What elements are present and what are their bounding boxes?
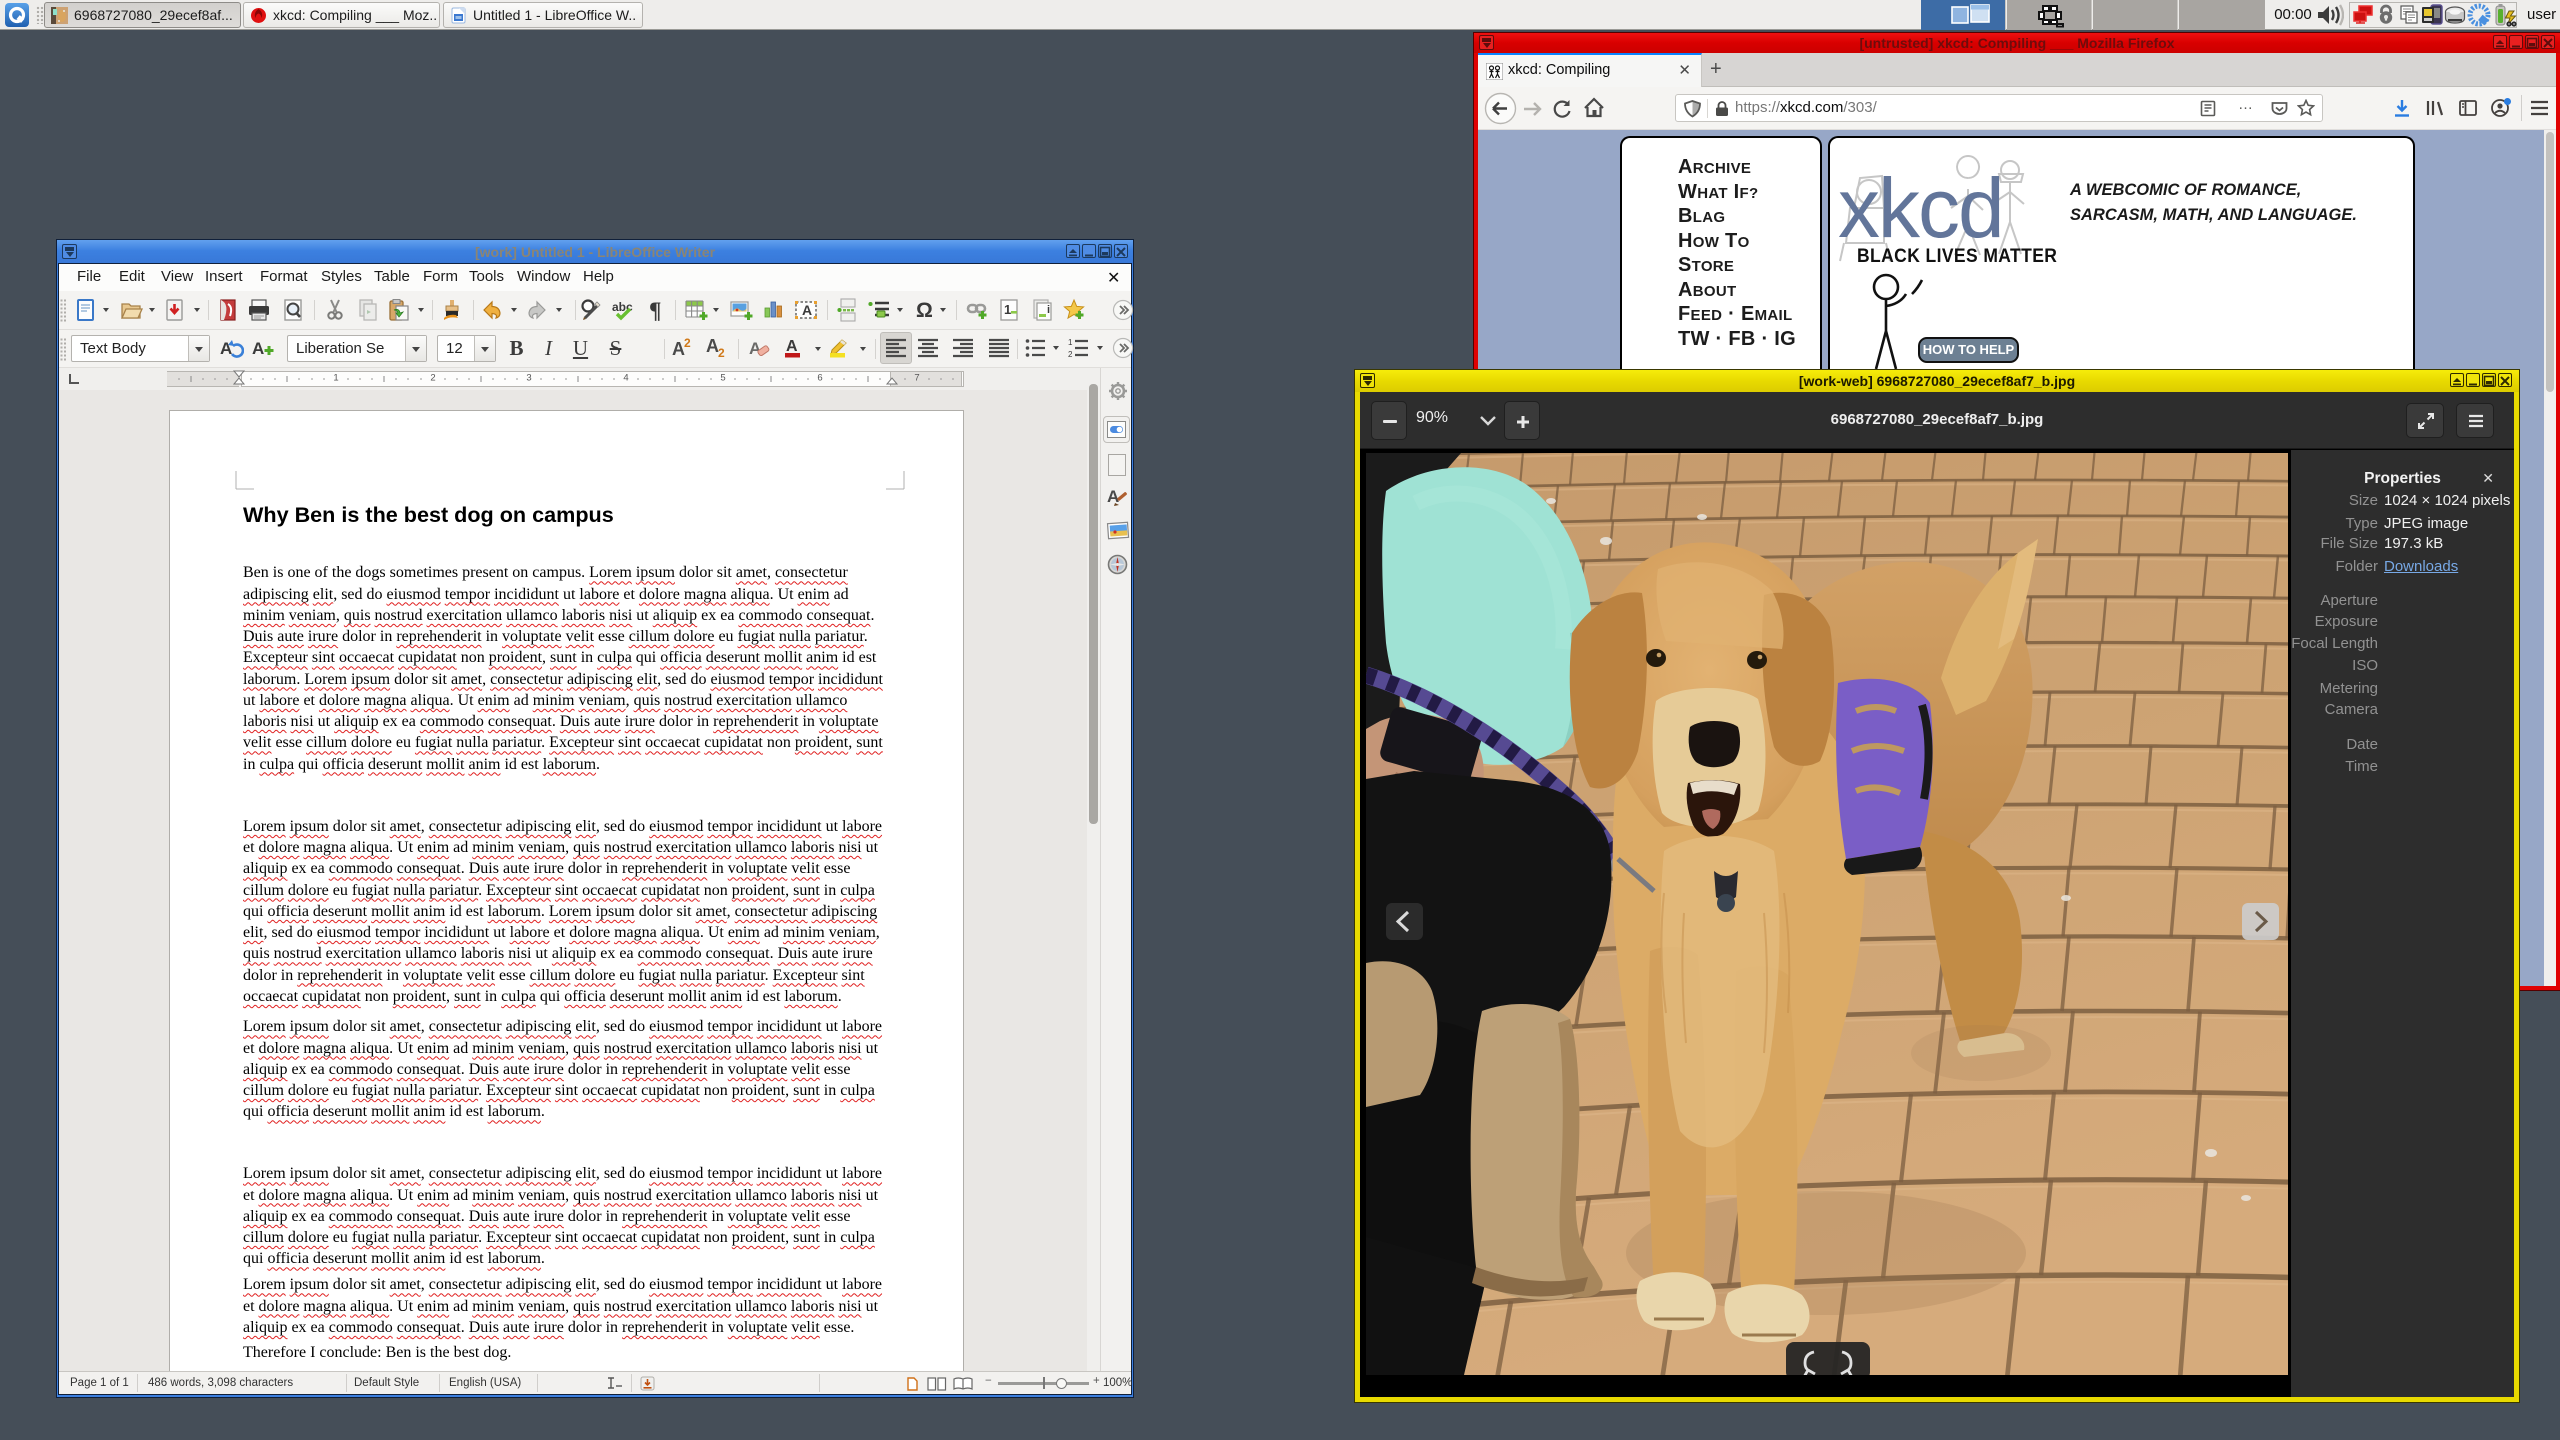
svg-text:7: 7 xyxy=(914,373,919,384)
svg-text:4: 4 xyxy=(623,373,628,384)
svg-text:2: 2 xyxy=(430,373,435,384)
svg-text:A: A xyxy=(786,338,798,355)
svg-text:A: A xyxy=(802,302,812,318)
svg-text:2: 2 xyxy=(684,336,691,350)
svg-text:abc: abc xyxy=(612,300,633,314)
svg-text:6: 6 xyxy=(817,373,822,384)
svg-text:¶: ¶ xyxy=(649,298,661,322)
svg-text:A: A xyxy=(1107,487,1119,506)
svg-text:A: A xyxy=(252,339,264,358)
svg-text:1: 1 xyxy=(333,373,338,384)
svg-text:1: 1 xyxy=(1068,338,1073,347)
svg-text:2: 2 xyxy=(1068,350,1073,359)
svg-text:2: 2 xyxy=(718,346,725,360)
svg-text:3: 3 xyxy=(526,373,531,384)
svg-text:5: 5 xyxy=(720,373,725,384)
svg-text:Ω: Ω xyxy=(916,299,933,322)
svg-text:i: i xyxy=(1047,304,1050,316)
svg-text:A: A xyxy=(220,339,232,358)
svg-text:1: 1 xyxy=(1004,302,1011,317)
